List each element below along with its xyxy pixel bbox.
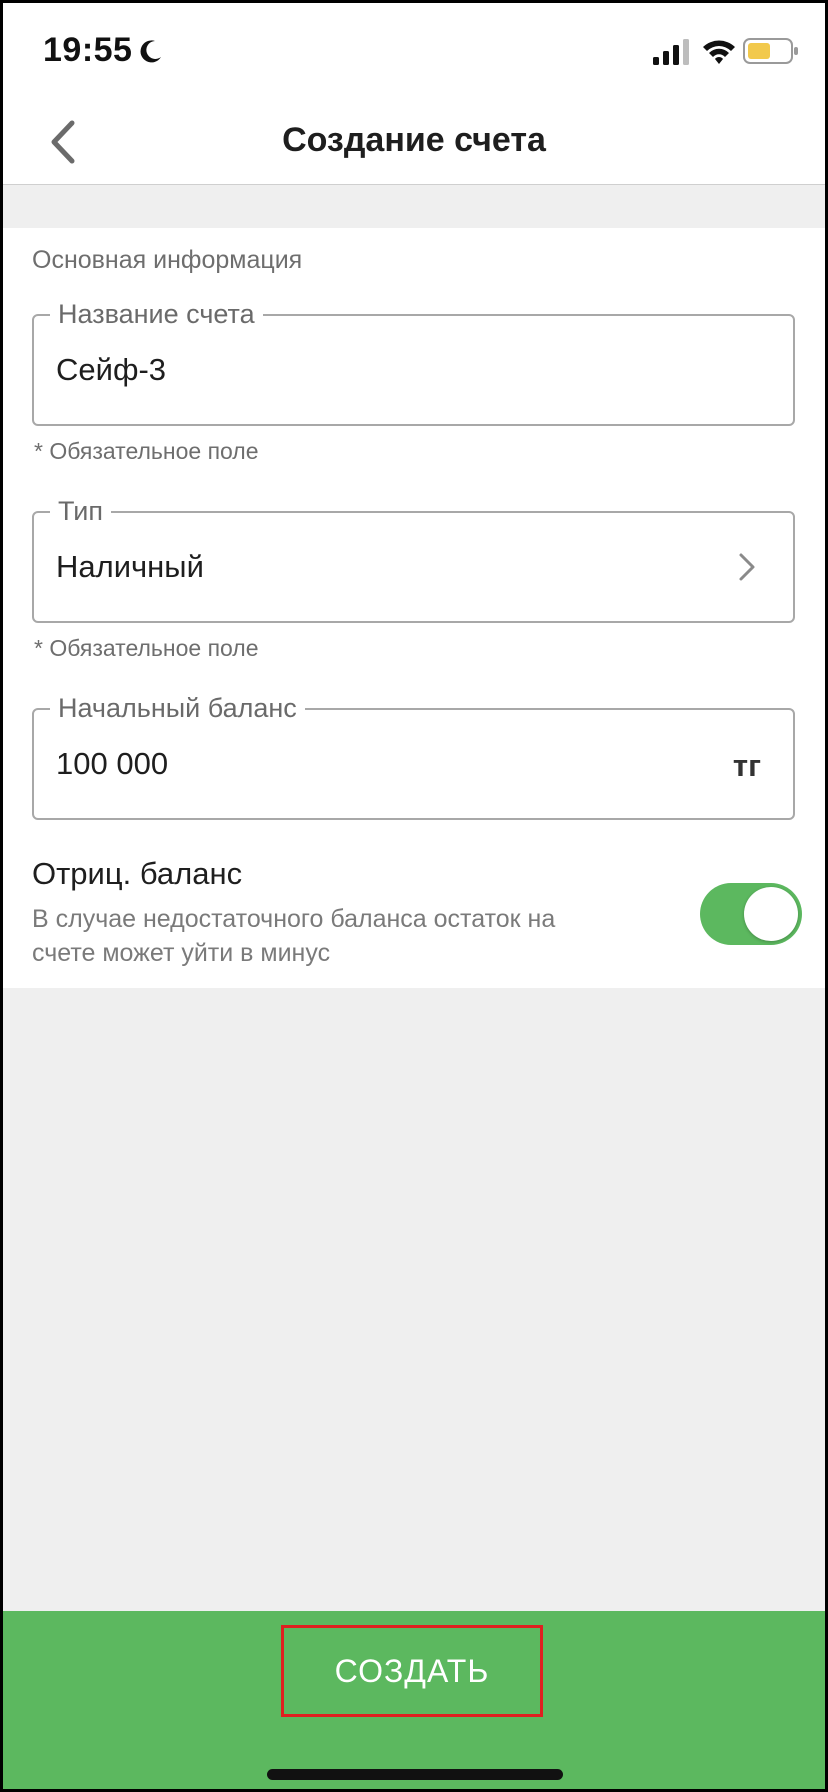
type-label: Тип: [50, 494, 112, 528]
account-name-helper: * Обязательное поле: [34, 438, 259, 464]
status-time: 19:55: [43, 31, 133, 69]
negative-balance-toggle[interactable]: [700, 883, 802, 945]
status-bar: 19:55: [3, 3, 825, 99]
negative-balance-title: Отриц. баланс: [32, 856, 243, 891]
chevron-right-icon: [739, 553, 755, 581]
initial-balance-label: Начальный баланс: [50, 691, 305, 725]
type-value: Наличный: [56, 549, 204, 584]
account-name-value[interactable]: Сейф-3: [56, 350, 166, 390]
home-indicator: [267, 1769, 563, 1780]
form-card: Основная информация Название счета Сейф-…: [3, 228, 825, 988]
account-name-field[interactable]: Название счета Сейф-3: [32, 297, 795, 426]
negative-balance-description: В случае недостаточного баланса остаток …: [32, 905, 556, 967]
initial-balance-field[interactable]: Начальный баланс 100 000 тг: [32, 691, 795, 820]
battery-icon: [743, 38, 798, 64]
type-select[interactable]: Тип Наличный: [32, 494, 795, 623]
signal-icon: [653, 39, 689, 65]
section-title: Основная информация: [32, 246, 303, 274]
initial-balance-value[interactable]: 100 000: [56, 744, 168, 784]
moon-icon: [140, 40, 161, 63]
currency-label: тг: [732, 748, 761, 783]
nav-header: Создание счета: [3, 99, 825, 185]
toggle-knob: [744, 887, 798, 941]
app-screen: 19:55 Создание счета Основная информация…: [3, 3, 825, 1789]
create-button[interactable]: СОЗДАТЬ: [281, 1625, 543, 1717]
type-helper: * Обязательное поле: [34, 635, 259, 661]
page-title: Создание счета: [282, 121, 546, 159]
bottom-action-bar: СОЗДАТЬ: [3, 1611, 825, 1789]
wifi-icon: [703, 40, 735, 64]
account-name-label: Название счета: [50, 297, 263, 331]
